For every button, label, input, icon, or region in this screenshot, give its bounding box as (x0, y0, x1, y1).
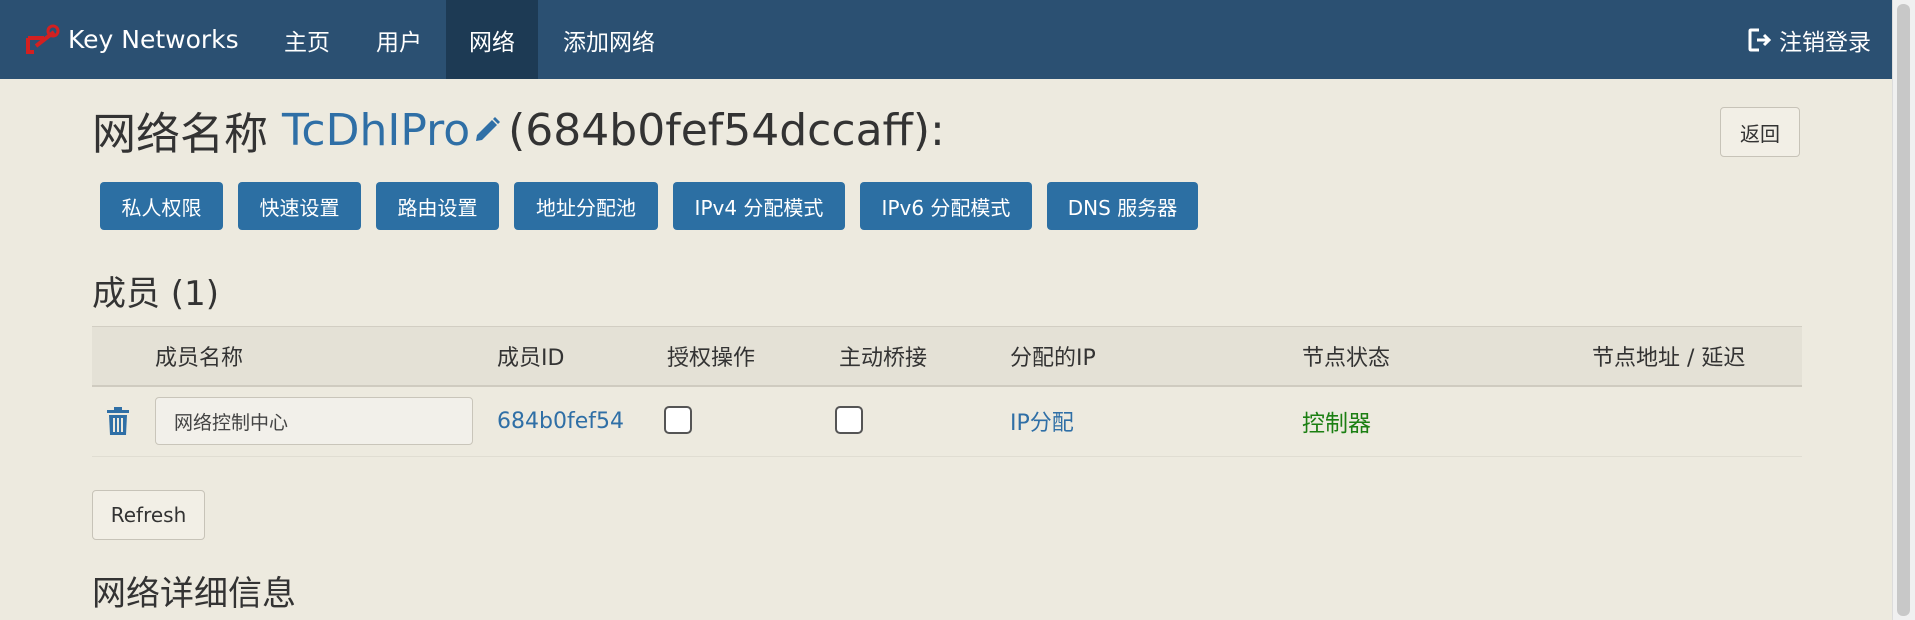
nav-networks[interactable]: 网络 (446, 0, 538, 79)
assign-ip-link[interactable]: IP分配 (1010, 386, 1074, 456)
ipv6-assign-mode-button[interactable]: IPv6 分配模式 (860, 182, 1032, 230)
col-member-id: 成员ID (497, 346, 565, 371)
title-prefix: 网络名称 (92, 109, 268, 160)
member-id-link[interactable]: 684b0fef54 (497, 386, 624, 456)
logout-link[interactable]: 注销登录 (1747, 0, 1871, 79)
nav-add-network[interactable]: 添加网络 (548, 0, 670, 79)
network-details-title: 网络详细信息 (92, 574, 296, 614)
refresh-button[interactable]: Refresh (92, 490, 205, 540)
dns-servers-button[interactable]: DNS 服务器 (1047, 182, 1198, 230)
members-title: 成员 (1) (92, 274, 219, 314)
private-permissions-button[interactable]: 私人权限 (100, 182, 223, 230)
network-name[interactable]: TcDhIPro (282, 105, 470, 156)
col-authorize: 授权操作 (667, 346, 756, 371)
refresh-label: Refresh (110, 503, 187, 527)
brand-label: Key Networks (68, 25, 239, 54)
nav-users-label: 用户 (376, 29, 422, 56)
trash-icon[interactable] (105, 406, 131, 436)
logout-label: 注销登录 (1779, 29, 1871, 56)
address-pool-button[interactable]: 地址分配池 (514, 182, 658, 230)
key-logo-icon (26, 24, 60, 54)
route-settings-label: 路由设置 (397, 195, 478, 220)
ipv4-assign-mode-label: IPv4 分配模式 (694, 195, 824, 220)
member-name-input[interactable]: 网络控制中心 (155, 397, 473, 445)
col-node-status: 节点状态 (1302, 346, 1391, 371)
col-assigned-ip: 分配的IP (1010, 346, 1096, 371)
quick-setup-label: 快速设置 (259, 195, 340, 220)
quick-setup-button[interactable]: 快速设置 (238, 182, 361, 230)
active-bridge-checkbox[interactable] (835, 406, 863, 434)
members-table-header: 成员名称 成员ID 授权操作 主动桥接 分配的IP 节点状态 节点地址 / 延迟 (92, 326, 1802, 387)
brand-link[interactable]: Key Networks (24, 0, 239, 79)
logout-icon (1748, 28, 1772, 51)
address-pool-label: 地址分配池 (536, 195, 636, 220)
nav-add-network-label: 添加网络 (563, 29, 655, 56)
dns-servers-label: DNS 服务器 (1067, 195, 1178, 220)
member-name-value: 网络控制中心 (174, 411, 289, 434)
ipv6-assign-mode-label: IPv6 分配模式 (881, 195, 1011, 220)
vertical-scrollbar[interactable] (1892, 0, 1915, 620)
page-title: 网络名称 TcDhIPro (684b0fef54dccaff): (92, 98, 945, 162)
col-active-bridge: 主动桥接 (839, 346, 928, 371)
ipv4-assign-mode-button[interactable]: IPv4 分配模式 (673, 182, 845, 230)
top-navbar: Key Networks 主页 用户 网络 添加网络 注销登录 (0, 0, 1893, 79)
network-id: (684b0fef54dccaff): (508, 104, 945, 156)
nav-users[interactable]: 用户 (362, 0, 436, 79)
node-status-text: 控制器 (1302, 411, 1371, 437)
route-settings-button[interactable]: 路由设置 (376, 182, 499, 230)
back-label: 返回 (1740, 121, 1780, 146)
col-member-name: 成员名称 (155, 346, 244, 371)
private-permissions-label: 私人权限 (121, 195, 202, 220)
authorize-checkbox[interactable] (664, 406, 692, 434)
table-row: 网络控制中心 684b0fef54 IP分配 控制器 (92, 386, 1802, 457)
col-node-address-latency: 节点地址 / 延迟 (1592, 346, 1746, 371)
edit-pencil-icon[interactable] (472, 115, 502, 145)
nav-home[interactable]: 主页 (270, 0, 344, 79)
back-button[interactable]: 返回 (1720, 107, 1800, 157)
nav-networks-label: 网络 (469, 29, 515, 56)
scrollbar-thumb[interactable] (1897, 4, 1910, 616)
nav-home-label: 主页 (284, 29, 330, 56)
